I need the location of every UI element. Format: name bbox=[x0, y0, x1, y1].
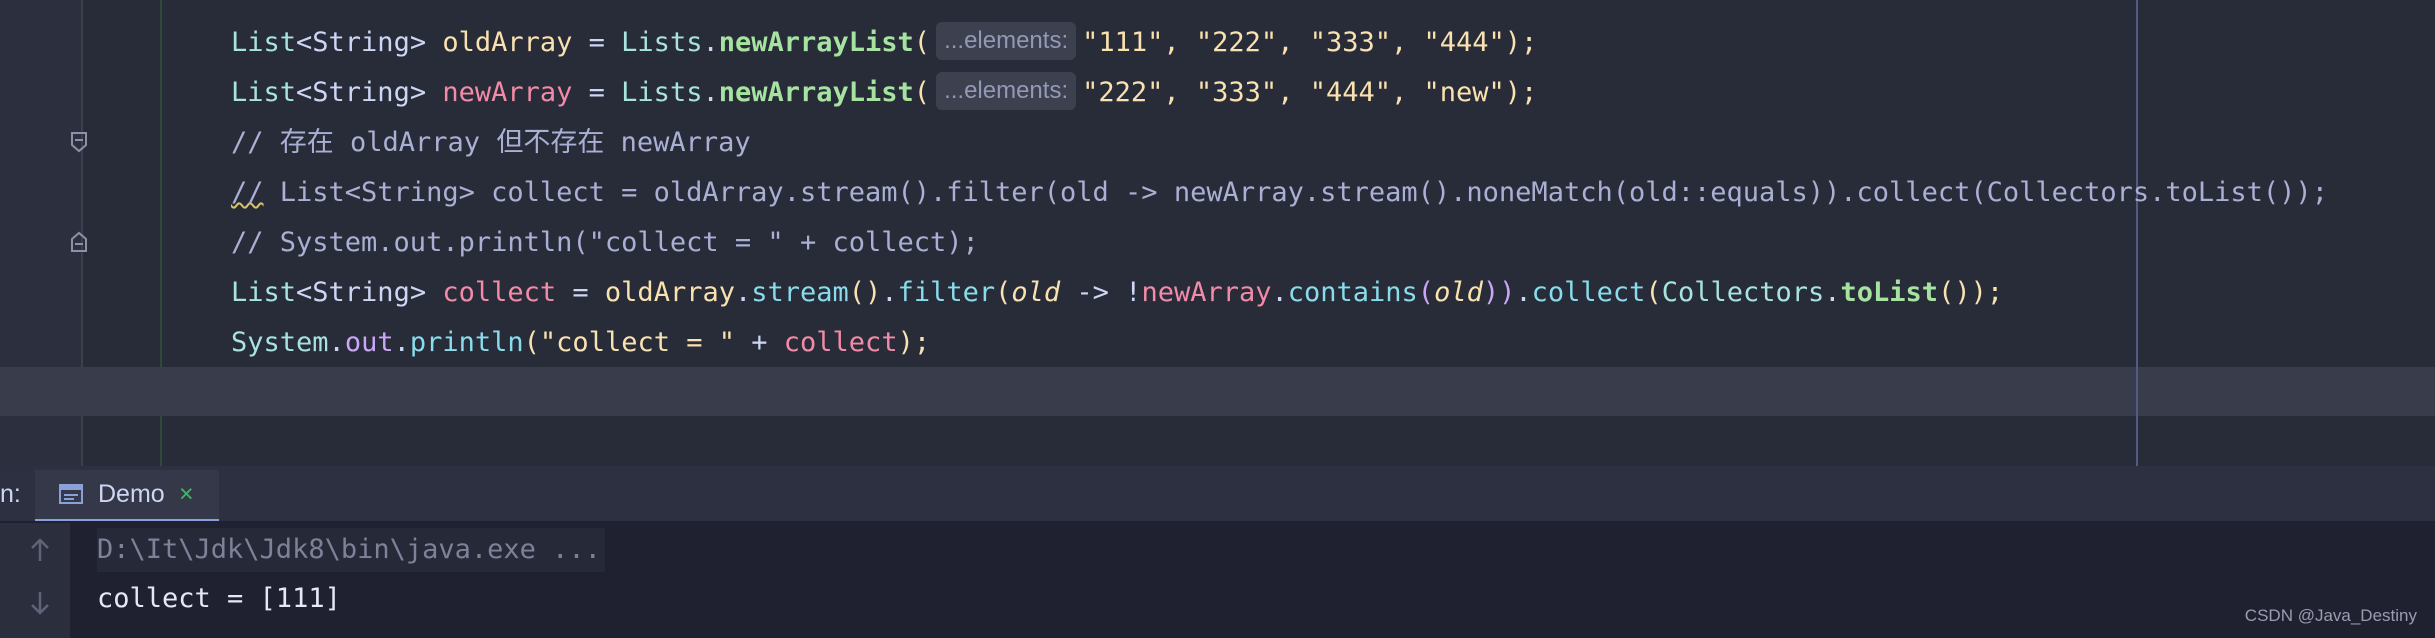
paren-token: ( bbox=[913, 27, 931, 58]
paren-token: () bbox=[848, 277, 882, 308]
call-token: collect bbox=[1531, 277, 1646, 308]
comment-text: // System.out.println("collect = " + col… bbox=[231, 227, 979, 258]
string-args: "111", "222", "333", "444" bbox=[1082, 27, 1505, 58]
generic-token: <String> bbox=[296, 277, 427, 308]
code-line-5[interactable]: // System.out.println("collect = " + col… bbox=[231, 218, 979, 268]
code-line-6[interactable]: List<String> collect = oldArray.stream()… bbox=[231, 268, 2003, 318]
dot-token: . bbox=[393, 327, 410, 358]
variable-token: newArray bbox=[442, 77, 573, 108]
plus-token: + bbox=[735, 327, 784, 358]
code-line-1[interactable]: List<String> oldArray = Lists.newArrayLi… bbox=[231, 18, 1537, 68]
call-token: println bbox=[409, 327, 524, 358]
generic-token: <String> bbox=[296, 77, 427, 108]
string-token: "collect = " bbox=[539, 327, 735, 358]
tab-label: Demo bbox=[98, 480, 165, 508]
field-token: out bbox=[344, 327, 394, 358]
class-token: System bbox=[231, 327, 329, 358]
code-line-4[interactable]: // List<String> collect = oldArray.strea… bbox=[231, 168, 2328, 218]
dot-token: . bbox=[734, 277, 752, 308]
code-line-3[interactable]: // 存在 oldArray 但不存在 newArray bbox=[231, 118, 751, 168]
console-tab-icon bbox=[59, 482, 85, 510]
class-token: Lists bbox=[621, 77, 703, 108]
paren-token: ( bbox=[1645, 277, 1662, 308]
run-panel-header bbox=[0, 466, 2435, 522]
string-args: "222", "333", "444", "new" bbox=[1082, 77, 1505, 108]
run-panel-label: n: bbox=[0, 480, 21, 508]
assign-token: = bbox=[572, 77, 622, 108]
type-token: List bbox=[231, 27, 297, 58]
close-token: ); bbox=[1504, 27, 1538, 58]
current-line-highlight bbox=[0, 367, 2435, 416]
right-margin-guide bbox=[2136, 0, 2138, 466]
type-token: List bbox=[231, 277, 297, 308]
parameter-hint: ...elements: bbox=[936, 21, 1077, 60]
fold-end-icon[interactable] bbox=[70, 231, 88, 253]
tab-demo[interactable]: Demo × bbox=[35, 470, 219, 522]
comment-text: // 存在 oldArray 但不存在 newArray bbox=[231, 127, 751, 158]
paren-token: ( bbox=[913, 77, 931, 108]
comment-text: List<String> collect = oldArray.stream()… bbox=[263, 177, 2328, 208]
console-command-line: D:\It\Jdk\Jdk8\bin\java.exe ... bbox=[97, 528, 605, 572]
comment-prefix-warning: // bbox=[231, 177, 264, 208]
dot-token: . bbox=[702, 77, 719, 108]
param-token: old bbox=[1011, 277, 1061, 308]
assign-token: = bbox=[556, 277, 605, 308]
param-token: old bbox=[1434, 277, 1483, 308]
variable-token: oldArray bbox=[442, 27, 573, 58]
paren-token: ( bbox=[1417, 277, 1435, 308]
call-token: contains bbox=[1287, 277, 1418, 308]
class-token: Collectors bbox=[1661, 277, 1825, 308]
paren-token: ( bbox=[523, 327, 540, 358]
dot-token: . bbox=[1824, 277, 1841, 308]
class-token: Lists bbox=[621, 27, 703, 58]
paren-token: )) bbox=[1482, 277, 1516, 308]
ref-token: newArray bbox=[1141, 277, 1272, 308]
dot-token: . bbox=[1271, 277, 1288, 308]
code-editor[interactable]: List<String> oldArray = Lists.newArrayLi… bbox=[0, 0, 2435, 466]
code-line-2[interactable]: List<String> newArray = Lists.newArrayLi… bbox=[231, 68, 1537, 118]
dot-token: . bbox=[328, 327, 345, 358]
type-token: List bbox=[231, 77, 297, 108]
call-token: stream bbox=[751, 277, 849, 308]
method-token: newArrayList bbox=[718, 27, 914, 58]
fold-start-icon[interactable] bbox=[70, 131, 88, 153]
variable-token: collect bbox=[442, 277, 557, 308]
console-output-line: collect = [111] bbox=[97, 583, 341, 614]
parameter-hint: ...elements: bbox=[936, 71, 1077, 110]
arrow-token: -> ! bbox=[1060, 277, 1142, 308]
watermark: CSDN @Java_Destiny bbox=[2244, 606, 2417, 625]
method-token: toList bbox=[1840, 277, 1939, 308]
dot-token: . bbox=[1515, 277, 1532, 308]
dot-token: . bbox=[881, 277, 898, 308]
close-token: ); bbox=[1504, 77, 1538, 108]
scroll-up-icon[interactable] bbox=[28, 537, 52, 563]
paren-token: ( bbox=[995, 277, 1012, 308]
close-icon[interactable]: × bbox=[179, 470, 194, 519]
variable-token: collect bbox=[783, 327, 898, 358]
generic-token: <String> bbox=[296, 27, 427, 58]
assign-token: = bbox=[572, 27, 622, 58]
close-token: ); bbox=[897, 327, 931, 358]
close-token: ()); bbox=[1938, 277, 2004, 308]
receiver-token: oldArray bbox=[604, 277, 735, 308]
call-token: filter bbox=[897, 277, 996, 308]
code-line-7[interactable]: System.out.println("collect = " + collec… bbox=[231, 318, 930, 368]
scroll-down-icon[interactable] bbox=[28, 590, 52, 616]
dot-token: . bbox=[702, 27, 719, 58]
method-token: newArrayList bbox=[718, 77, 914, 108]
